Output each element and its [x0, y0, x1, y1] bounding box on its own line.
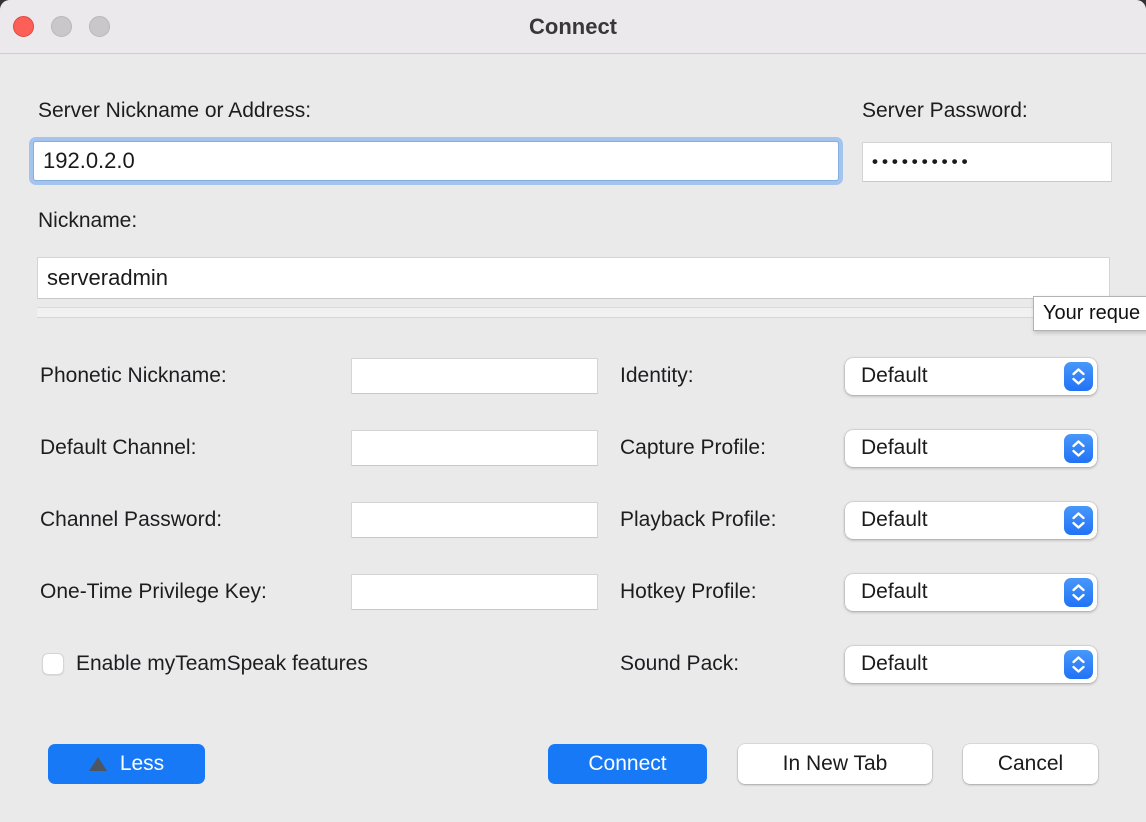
less-button[interactable]: Less	[48, 744, 205, 784]
window-title: Connect	[0, 0, 1146, 54]
myteamspeak-checkbox-label: Enable myTeamSpeak features	[76, 652, 368, 676]
phonetic-nickname-label: Phonetic Nickname:	[40, 364, 227, 388]
capture-profile-label: Capture Profile:	[620, 436, 766, 460]
identity-label: Identity:	[620, 364, 694, 388]
identity-dropdown[interactable]: Default	[845, 358, 1097, 395]
channel-password-input[interactable]	[351, 502, 598, 538]
connect-button[interactable]: Connect	[548, 744, 707, 784]
playback-profile-dropdown-value: Default	[861, 502, 928, 538]
server-address-input[interactable]	[33, 141, 839, 181]
triangle-up-icon	[89, 757, 107, 771]
chevron-up-down-icon	[1064, 506, 1093, 535]
in-new-tab-button-label: In New Tab	[783, 752, 888, 776]
capture-profile-dropdown-value: Default	[861, 430, 928, 466]
playback-profile-dropdown[interactable]: Default	[845, 502, 1097, 539]
connect-button-label: Connect	[588, 752, 666, 776]
nickname-input[interactable]	[37, 257, 1110, 299]
section-divider	[37, 307, 1110, 318]
hotkey-profile-dropdown[interactable]: Default	[845, 574, 1097, 611]
server-password-label: Server Password:	[862, 99, 1028, 123]
channel-password-label: Channel Password:	[40, 508, 222, 532]
chevron-up-down-icon	[1064, 578, 1093, 607]
chevron-up-down-icon	[1064, 362, 1093, 391]
sound-pack-dropdown[interactable]: Default	[845, 646, 1097, 683]
server-address-label: Server Nickname or Address:	[38, 99, 311, 123]
chevron-up-down-icon	[1064, 650, 1093, 679]
server-password-input[interactable]	[862, 142, 1112, 182]
myteamspeak-checkbox[interactable]	[42, 653, 64, 675]
hotkey-profile-dropdown-value: Default	[861, 574, 928, 610]
nickname-label: Nickname:	[38, 209, 137, 233]
playback-profile-label: Playback Profile:	[620, 508, 776, 532]
privilege-key-label: One-Time Privilege Key:	[40, 580, 267, 604]
sound-pack-dropdown-value: Default	[861, 646, 928, 682]
cancel-button[interactable]: Cancel	[963, 744, 1098, 784]
connect-dialog: Connect Server Nickname or Address: Serv…	[0, 0, 1146, 822]
cancel-button-label: Cancel	[998, 752, 1063, 776]
less-button-label: Less	[120, 752, 164, 776]
default-channel-input[interactable]	[351, 430, 598, 466]
hotkey-profile-label: Hotkey Profile:	[620, 580, 757, 604]
capture-profile-dropdown[interactable]: Default	[845, 430, 1097, 467]
identity-dropdown-value: Default	[861, 358, 928, 394]
default-channel-label: Default Channel:	[40, 436, 196, 460]
phonetic-nickname-input[interactable]	[351, 358, 598, 394]
tooltip: Your reque	[1033, 296, 1146, 331]
sound-pack-label: Sound Pack:	[620, 652, 739, 676]
chevron-up-down-icon	[1064, 434, 1093, 463]
title-bar: Connect	[0, 0, 1146, 54]
in-new-tab-button[interactable]: In New Tab	[738, 744, 932, 784]
privilege-key-input[interactable]	[351, 574, 598, 610]
